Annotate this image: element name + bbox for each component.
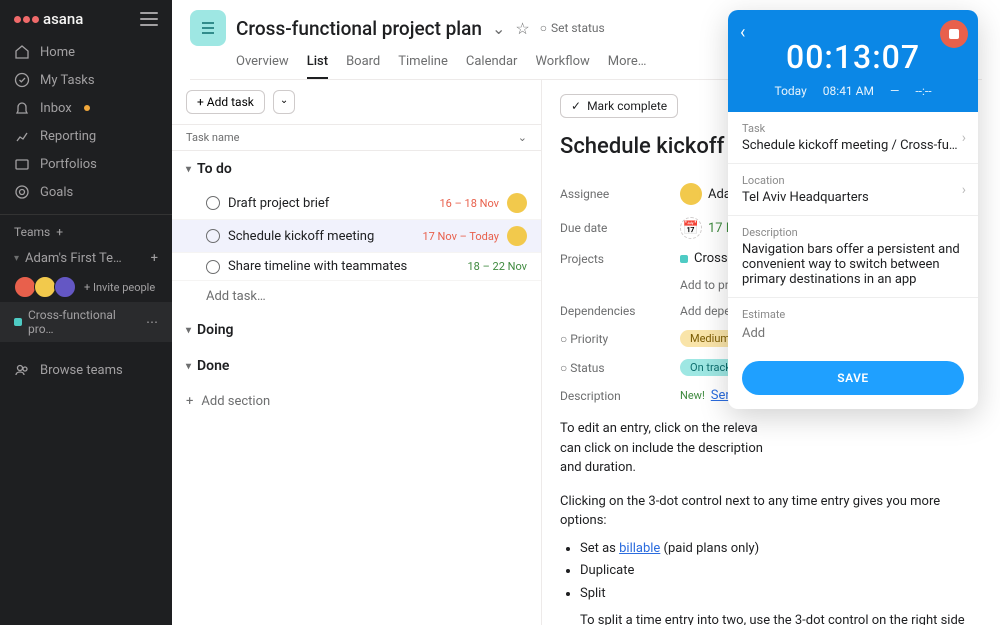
section-doing[interactable]: ▾Doing: [172, 312, 541, 348]
estimate-input[interactable]: [742, 326, 964, 341]
set-status-button[interactable]: ○ Set status: [540, 21, 605, 35]
timer-location-field[interactable]: Location Tel Aviv Headquarters ›: [728, 164, 978, 216]
stop-timer-button[interactable]: [940, 20, 968, 48]
invite-people[interactable]: + Invite people: [84, 281, 155, 294]
tab-more[interactable]: More…: [608, 54, 647, 79]
unread-dot: [84, 105, 90, 111]
check-icon[interactable]: [206, 229, 220, 243]
plus-icon[interactable]: +: [151, 251, 158, 266]
project-color-icon: [14, 318, 22, 326]
task-row[interactable]: Draft project brief 16 – 18 Nov: [172, 187, 541, 220]
project-icon: [190, 10, 226, 46]
back-icon[interactable]: ‹: [740, 22, 745, 43]
add-task-inline[interactable]: Add task…: [172, 281, 541, 312]
add-section-button[interactable]: +Add section: [172, 384, 541, 419]
status-label: ○ Status: [560, 361, 660, 375]
add-task-menu-button[interactable]: ⌄: [273, 90, 295, 114]
nav-reporting[interactable]: Reporting: [0, 122, 172, 150]
check-circle-icon: [14, 72, 30, 88]
timer-description-field[interactable]: Description Navigation bars offer a pers…: [728, 216, 978, 298]
desc-label: Description: [560, 389, 660, 403]
teams-label: Teams +: [0, 215, 172, 245]
section-todo[interactable]: ▾To do: [172, 151, 541, 187]
avatar: [680, 183, 702, 205]
due-label: Due date: [560, 221, 660, 235]
add-task-button[interactable]: + Add task: [186, 90, 265, 114]
check-icon[interactable]: [206, 260, 220, 274]
people-icon: [14, 362, 30, 378]
tab-list[interactable]: List: [307, 54, 328, 79]
avatar[interactable]: [34, 276, 56, 298]
chevron-right-icon: ›: [962, 182, 966, 198]
team-avatars: + Invite people: [0, 272, 172, 302]
deps-label: Dependencies: [560, 304, 660, 318]
save-button[interactable]: SAVE: [742, 361, 964, 395]
caret-icon: ▾: [14, 253, 19, 264]
page-title: Cross-functional project plan: [236, 17, 482, 40]
timer-date: Today: [774, 84, 806, 98]
task-row[interactable]: Share timeline with teammates 18 – 22 No…: [172, 253, 541, 281]
nav-mytasks[interactable]: My Tasks: [0, 66, 172, 94]
timer-panel: ‹ 00:13:07 Today 08:41 AM — --:-- Task S…: [728, 10, 978, 409]
bell-icon: [14, 100, 30, 116]
estimate-label: Estimate: [742, 308, 964, 321]
section-done[interactable]: ▾Done: [172, 348, 541, 384]
timer-task-field[interactable]: Task Schedule kickoff meeting / Cross-fu…: [728, 112, 978, 164]
nav-home[interactable]: Home: [0, 38, 172, 66]
chart-icon: [14, 128, 30, 144]
calendar-icon: 📅: [680, 217, 702, 239]
tab-timeline[interactable]: Timeline: [398, 54, 448, 79]
timer-header: ‹ 00:13:07 Today 08:41 AM — --:--: [728, 10, 978, 112]
avatar[interactable]: [507, 193, 527, 213]
app-name: asana: [43, 10, 83, 28]
check-icon[interactable]: [206, 196, 220, 210]
more-icon[interactable]: ⋯: [146, 315, 158, 329]
plus-icon: +: [186, 394, 193, 409]
plus-icon[interactable]: +: [56, 225, 63, 239]
task-list-pane: + Add task ⌄ Task name ⌄ ▾To do Draft pr…: [172, 80, 542, 625]
column-header: Task name ⌄: [172, 124, 541, 151]
priority-label: ○ Priority: [560, 332, 660, 346]
target-icon: [14, 184, 30, 200]
nav-inbox[interactable]: Inbox: [0, 94, 172, 122]
browse-teams[interactable]: Browse teams: [0, 352, 172, 388]
avatar[interactable]: [507, 226, 527, 246]
timer-elapsed: 00:13:07: [742, 38, 964, 76]
folder-icon: [14, 156, 30, 172]
tab-board[interactable]: Board: [346, 54, 380, 79]
tab-workflow[interactable]: Workflow: [535, 54, 589, 79]
home-icon: [14, 44, 30, 60]
description-text[interactable]: To edit an entry, click on the relevacan…: [560, 419, 982, 625]
chevron-right-icon: ›: [962, 130, 966, 146]
task-row[interactable]: Schedule kickoff meeting 17 Nov – Today: [172, 220, 541, 253]
avatar[interactable]: [54, 276, 76, 298]
avatar[interactable]: [14, 276, 36, 298]
star-icon[interactable]: ☆: [515, 19, 529, 38]
sidebar: asana Home My Tasks Inbox Reporting Port…: [0, 0, 172, 625]
project-row[interactable]: Cross-functional pro… ⋯: [0, 302, 172, 342]
mark-complete-button[interactable]: ✓ Mark complete: [560, 94, 678, 118]
chevron-down-icon[interactable]: ⌄: [492, 19, 505, 38]
stop-icon: [949, 29, 959, 39]
menu-icon[interactable]: [140, 12, 158, 26]
nav-portfolios[interactable]: Portfolios: [0, 150, 172, 178]
billable-link[interactable]: billable: [619, 541, 660, 556]
tab-overview[interactable]: Overview: [236, 54, 289, 79]
nav-goals[interactable]: Goals: [0, 178, 172, 206]
logo[interactable]: asana: [14, 10, 83, 28]
team-row[interactable]: ▾Adam's First Te… +: [0, 245, 172, 272]
timer-start[interactable]: 08:41 AM: [823, 84, 874, 98]
timer-end[interactable]: --:--: [915, 84, 931, 98]
projects-label: Projects: [560, 252, 660, 266]
assignee-label: Assignee: [560, 187, 660, 201]
chevron-down-icon[interactable]: ⌄: [518, 131, 527, 144]
project-color-icon: [680, 255, 688, 263]
tab-calendar[interactable]: Calendar: [466, 54, 518, 79]
